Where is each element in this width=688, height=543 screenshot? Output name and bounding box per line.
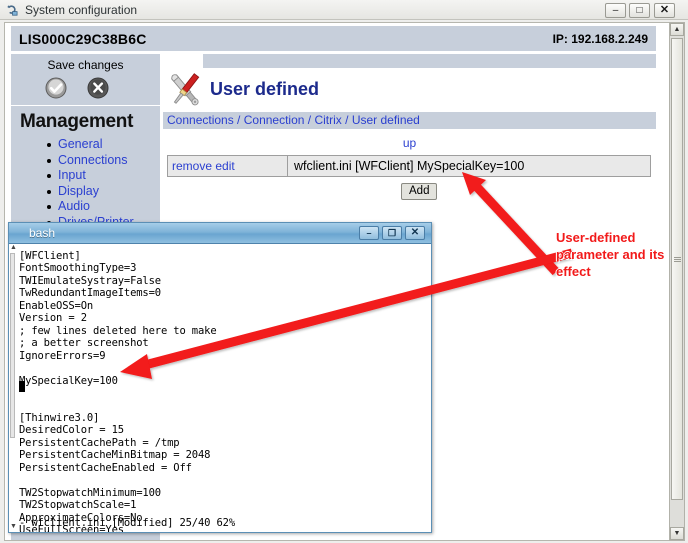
sidebar-link-audio[interactable]: Audio — [58, 199, 90, 213]
sidebar-item-input[interactable]: Input — [47, 168, 134, 184]
save-changes-panel: Save changes — [11, 54, 160, 106]
table-row: remove edit wfclient.ini [WFClient] MySp… — [167, 155, 651, 177]
remove-link[interactable]: remove — [172, 159, 212, 173]
breadcrumb-link-connections[interactable]: Connections — [167, 113, 234, 127]
up-link-container: up — [163, 136, 656, 150]
row-actions: remove edit — [172, 159, 235, 173]
host-ip-address: IP: 192.168.2.249 — [552, 32, 648, 46]
maximize-button[interactable]: □ — [629, 3, 650, 18]
add-button[interactable]: Add — [401, 183, 438, 200]
check-circle-icon[interactable] — [45, 77, 67, 99]
page-title: User defined — [210, 79, 320, 99]
scroll-up-arrow-icon[interactable]: ▲ — [670, 23, 684, 36]
sidebar-link-input[interactable]: Input — [58, 168, 86, 182]
host-name: LIS000C29C38B6C — [19, 31, 147, 47]
breadcrumb-separator: / — [233, 113, 244, 127]
sidebar-link-connections[interactable]: Connections — [58, 153, 128, 167]
sidebar-link-display[interactable]: Display — [58, 184, 99, 198]
system-configuration-window: System configuration – □ ✕ LIS000C29C38B… — [0, 0, 688, 543]
annotation-text: User-defined parameter and its effect — [556, 230, 665, 279]
terminal-body: ▲ ▼ [WFClient] FontSmoothingType=3 TWIEm… — [9, 244, 431, 532]
cancel-circle-icon[interactable] — [87, 77, 109, 99]
host-info-bar: LIS000C29C38B6C IP: 192.168.2.249 — [11, 26, 656, 51]
vertical-scrollbar[interactable]: ▲ ▼ — [669, 22, 685, 541]
sidebar-item-display[interactable]: Display — [47, 184, 134, 200]
terminal-scroll-down-icon[interactable]: ▼ — [9, 523, 18, 532]
window-title: System configuration — [25, 3, 138, 17]
management-section-title: Management — [20, 111, 134, 132]
terminal-scroll-up-icon[interactable]: ▲ — [9, 244, 18, 253]
terminal-scrollbar[interactable]: ▲ ▼ — [9, 244, 19, 532]
window-titlebar: System configuration – □ ✕ — [0, 0, 688, 20]
close-button[interactable]: ✕ — [654, 3, 675, 18]
breadcrumb-separator: / — [304, 113, 315, 127]
system-config-icon — [6, 3, 20, 17]
wrench-screwdriver-icon — [163, 69, 208, 111]
terminal-minimize-button[interactable]: – — [359, 226, 379, 240]
terminal-text[interactable]: [WFClient] FontSmoothingType=3 TWIEmulat… — [19, 250, 429, 532]
scroll-down-arrow-icon[interactable]: ▼ — [670, 527, 684, 540]
top-strip — [203, 54, 656, 68]
terminal-status-line: - wfclient.ini [Modified] 25/40 62% — [19, 517, 236, 529]
terminal-maximize-button[interactable]: ❐ — [382, 226, 402, 240]
sidebar-item-audio[interactable]: Audio — [47, 199, 134, 215]
edit-link[interactable]: edit — [215, 159, 234, 173]
sidebar-link-general[interactable]: General — [58, 137, 102, 151]
bash-terminal-window: bash – ❐ ✕ ▲ ▼ [WFClient] FontSmoothingT… — [8, 222, 432, 533]
row-value: wfclient.ini [WFClient] MySpecialKey=100 — [287, 156, 650, 176]
sidebar-item-connections[interactable]: Connections — [47, 153, 134, 169]
minimize-button[interactable]: – — [605, 3, 626, 18]
breadcrumb: Connections / Connection / Citrix / User… — [163, 112, 656, 129]
terminal-close-button[interactable]: ✕ — [405, 226, 425, 240]
breadcrumb-link-citrix[interactable]: Citrix — [314, 113, 341, 127]
terminal-titlebar: bash – ❐ ✕ — [9, 223, 431, 244]
save-changes-label: Save changes — [47, 58, 124, 72]
breadcrumb-link-user-defined[interactable]: User defined — [352, 113, 420, 127]
terminal-scrollbar-thumb[interactable] — [10, 253, 15, 438]
terminal-cursor — [19, 381, 25, 392]
breadcrumb-link-connection[interactable]: Connection — [244, 113, 305, 127]
terminal-title: bash — [29, 226, 56, 240]
breadcrumb-separator: / — [341, 113, 352, 127]
up-link[interactable]: up — [403, 136, 416, 150]
sidebar-item-general[interactable]: General — [47, 137, 134, 153]
